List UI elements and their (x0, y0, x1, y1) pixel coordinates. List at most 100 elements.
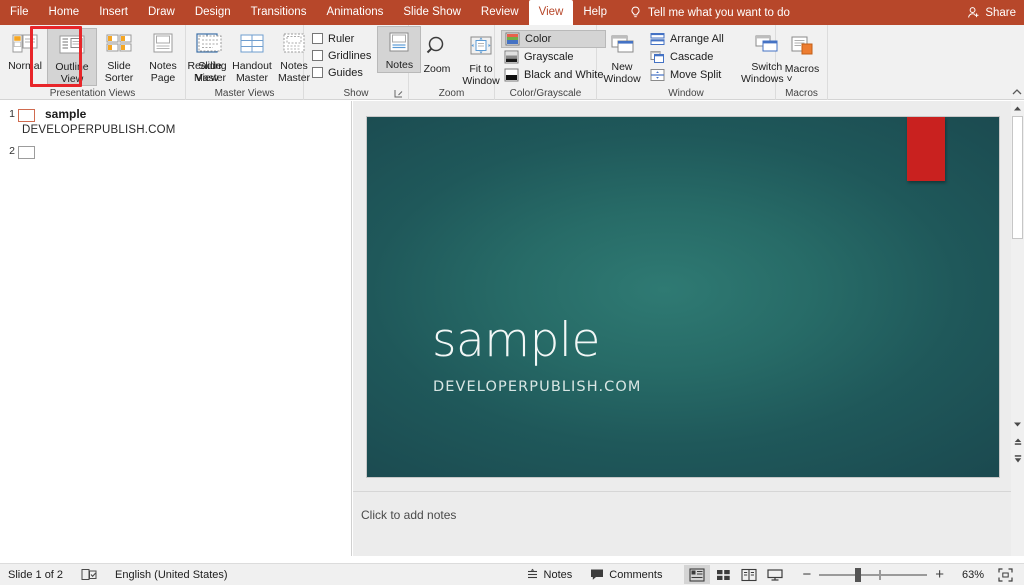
new-window-label: New Window (603, 61, 641, 85)
zoom-slider-midpoint (879, 569, 882, 580)
scroll-up-button[interactable] (1011, 101, 1024, 115)
tab-transitions[interactable]: Transitions (241, 0, 317, 25)
macros-button[interactable]: Macros (780, 31, 824, 76)
normal-view-icon (12, 34, 38, 53)
slide-sorter-button[interactable]: Slide Sorter (97, 28, 141, 86)
tab-design[interactable]: Design (185, 0, 241, 25)
show-dialog-launcher[interactable] (394, 89, 404, 99)
collapse-ribbon-icon[interactable] (1010, 85, 1024, 99)
person-icon (968, 7, 979, 18)
gridlines-checkbox[interactable]: Gridlines (312, 47, 371, 64)
notes-pane[interactable]: Click to add notes (353, 491, 1011, 556)
slide-canvas[interactable]: sample DEVELOPERPUBLISH.COM (366, 116, 1000, 478)
color-option[interactable]: Color (501, 30, 607, 48)
ribbon-group-window: New Window Arrange All Cascade Move Spli… (597, 25, 793, 100)
outline-pane[interactable]: 1 sample DEVELOPERPUBLISH.COM 2 (0, 101, 352, 556)
ribbon-group-presentation-views: Normal Outline View Slide Sorter Notes P… (0, 25, 227, 100)
handout-master-icon (240, 34, 264, 53)
slide-sorter-status-icon (716, 569, 730, 580)
move-split-button[interactable]: Move Split (647, 66, 727, 84)
outline-slide-2-thumbnail-icon[interactable] (18, 146, 35, 159)
language-indicator[interactable]: English (United States) (115, 569, 228, 581)
notes-page-label: Notes Page (149, 60, 177, 84)
ruler-checkbox-box (312, 33, 323, 44)
handout-master-button[interactable]: Handout Master (232, 28, 272, 84)
zoom-slider[interactable] (819, 567, 928, 582)
slide-editing-area: sample DEVELOPERPUBLISH.COM (353, 101, 1011, 491)
outline-slide-1-title[interactable]: sample (45, 107, 86, 121)
notes-page-button[interactable]: Notes Page (141, 28, 185, 86)
outline-slide-1[interactable]: 1 sample (3, 107, 86, 122)
tab-insert[interactable]: Insert (89, 0, 138, 25)
slide-subtitle-text[interactable]: DEVELOPERPUBLISH.COM (433, 379, 642, 395)
powerpoint-window: File Home Insert Draw Design Transitions… (0, 0, 1024, 585)
slide-accent-rectangle[interactable] (907, 117, 945, 181)
tell-me-text: Tell me what you want to do (648, 6, 790, 19)
next-slide-icon (1014, 454, 1021, 462)
share-button[interactable]: Share (967, 0, 1016, 25)
chevron-down-icon (1014, 422, 1021, 426)
status-normal-view-button[interactable] (684, 565, 711, 584)
new-window-button[interactable]: New Window (601, 29, 643, 85)
outline-slide-1-thumbnail-icon[interactable] (18, 109, 35, 122)
zoom-level-label[interactable]: 63% (954, 569, 984, 581)
slide-counter[interactable]: Slide 1 of 2 (8, 569, 63, 581)
ruler-label: Ruler (328, 32, 355, 45)
grayscale-swatch-icon (504, 50, 519, 64)
lightbulb-icon (631, 6, 640, 17)
tell-me-search[interactable]: Tell me what you want to do (629, 0, 790, 25)
color-swatch-icon (505, 32, 520, 46)
window-group-label: Window (668, 88, 704, 99)
notes-placeholder[interactable]: Click to add notes (361, 508, 456, 522)
outline-view-button[interactable]: Outline View (47, 28, 97, 86)
fit-slide-to-window-button[interactable] (992, 565, 1018, 584)
magnifier-icon (426, 36, 444, 54)
next-slide-button[interactable] (1011, 451, 1024, 466)
outline-slide-1-body[interactable]: DEVELOPERPUBLISH.COM (22, 124, 176, 136)
previous-slide-button[interactable] (1011, 434, 1024, 449)
blackwhite-swatch-icon (504, 68, 519, 82)
slide-scrollbar[interactable] (1011, 101, 1024, 556)
accessibility-checker-icon[interactable] (81, 568, 97, 582)
arrange-all-label: Arrange All (670, 33, 724, 45)
tab-file[interactable]: File (0, 0, 39, 25)
reading-view-status-icon (741, 568, 758, 581)
slide-sorter-label: Slide Sorter (104, 60, 134, 84)
scrollbar-thumb[interactable] (1012, 116, 1023, 239)
ruler-checkbox[interactable]: Ruler (312, 30, 371, 47)
tab-draw[interactable]: Draw (138, 0, 185, 25)
normal-view-button[interactable]: Normal (3, 28, 47, 86)
outline-slide-2[interactable]: 2 (3, 144, 45, 159)
status-slide-show-button[interactable] (762, 565, 788, 584)
status-reading-view-button[interactable] (736, 565, 762, 584)
cascade-button[interactable]: Cascade (647, 48, 727, 66)
comments-button[interactable]: Comments (590, 568, 662, 581)
notes-toggle-button[interactable]: Notes (526, 568, 572, 581)
guides-checkbox[interactable]: Guides (312, 64, 371, 81)
black-and-white-label: Black and White (524, 69, 604, 81)
zoom-in-button[interactable]: + (935, 567, 944, 582)
status-slide-sorter-button[interactable] (710, 565, 736, 584)
tab-home[interactable]: Home (39, 0, 90, 25)
slide-master-button[interactable]: Slide Master (188, 28, 232, 84)
tab-view[interactable]: View (528, 0, 574, 25)
outline-view-icon (59, 35, 85, 54)
guides-label: Guides (328, 66, 363, 79)
zoom-button-label: Zoom (423, 63, 451, 75)
guides-checkbox-box (312, 67, 323, 78)
scroll-down-button[interactable] (1011, 417, 1024, 431)
grayscale-option[interactable]: Grayscale (501, 48, 606, 66)
zoom-button[interactable]: Zoom (415, 31, 459, 87)
arrange-all-button[interactable]: Arrange All (647, 30, 727, 48)
tab-help[interactable]: Help (573, 0, 617, 25)
ribbon-group-zoom: Zoom Fit to Window Zoom (409, 25, 500, 100)
tab-slide-show[interactable]: Slide Show (393, 0, 471, 25)
zoom-out-button[interactable]: − (802, 567, 811, 582)
zoom-slider-handle[interactable] (855, 567, 862, 582)
comments-label: Comments (609, 568, 663, 581)
slide-title-text[interactable]: sample (432, 315, 600, 367)
slide-sorter-icon (106, 34, 132, 52)
tab-review[interactable]: Review (471, 0, 529, 25)
tab-animations[interactable]: Animations (316, 0, 393, 25)
black-and-white-option[interactable]: Black and White (501, 66, 606, 84)
